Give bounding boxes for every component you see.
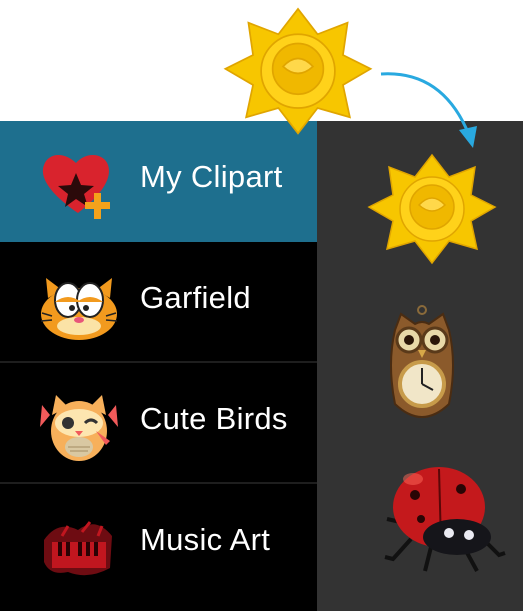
menu-item-label: Cute Birds bbox=[140, 401, 288, 436]
cute-owl-icon bbox=[40, 395, 118, 461]
category-menu: My Clipart Garfield Cute Birds Music Art bbox=[0, 121, 317, 611]
red-piano-icon bbox=[44, 521, 112, 576]
menu-item-label: My Clipart bbox=[140, 159, 283, 194]
menu-item-cute-birds[interactable]: Cute Birds bbox=[0, 363, 317, 484]
menu-item-my-clipart[interactable]: My Clipart bbox=[0, 121, 317, 242]
menu-item-music-art[interactable]: Music Art bbox=[0, 484, 317, 605]
garfield-icon bbox=[40, 278, 118, 340]
menu-item-garfield[interactable]: Garfield bbox=[0, 242, 317, 363]
owl-clock-image[interactable] bbox=[387, 304, 457, 432]
heart-star-plus-icon bbox=[42, 154, 110, 219]
menu-item-label: Garfield bbox=[140, 280, 251, 315]
ladybug-image[interactable] bbox=[381, 459, 507, 577]
clipart-preview-panel bbox=[317, 121, 523, 611]
dragged-flower-image[interactable] bbox=[222, 2, 374, 138]
yellow-flower-image[interactable] bbox=[367, 149, 497, 267]
drag-arrow-icon bbox=[380, 72, 477, 148]
menu-item-label: Music Art bbox=[140, 522, 271, 557]
